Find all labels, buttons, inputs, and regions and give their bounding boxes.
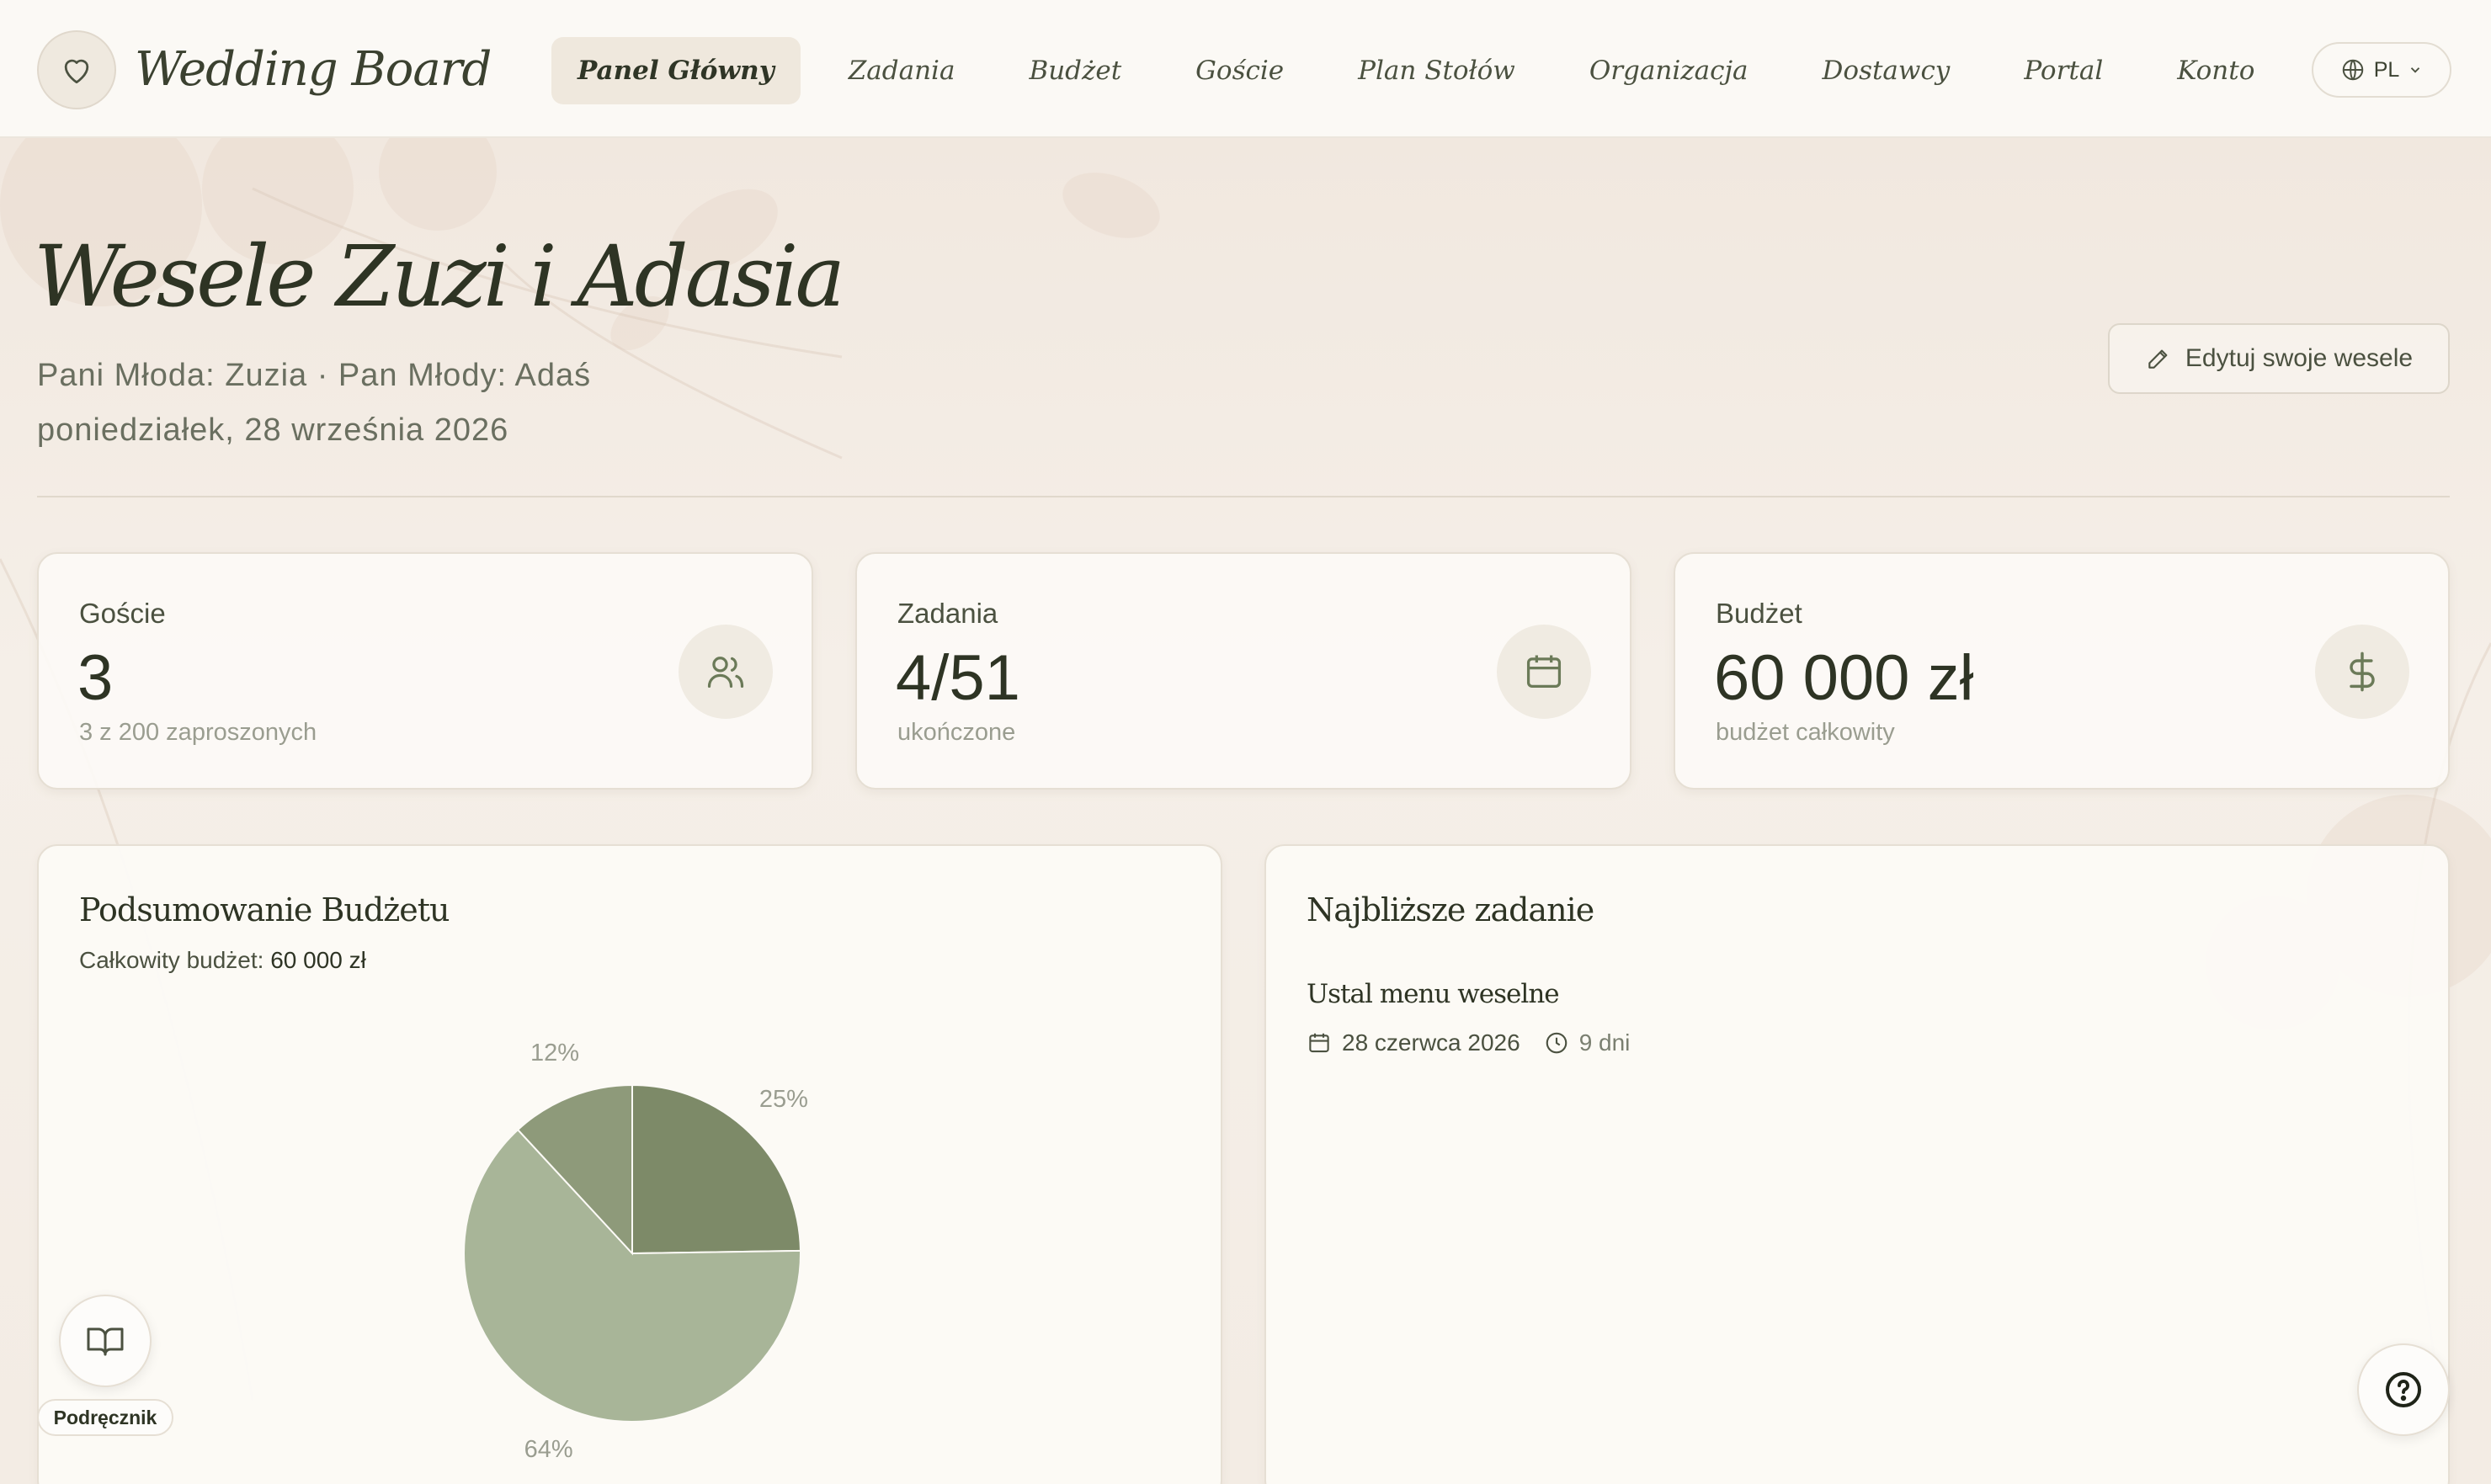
budget-summary-panel: Podsumowanie Budżetu Całkowity budżet: 6… <box>37 844 1222 1484</box>
pie-label: 25% <box>758 1086 808 1114</box>
stat-sub: ukończone <box>897 719 1016 746</box>
globe-icon <box>2342 59 2363 81</box>
next-task-title: Najbliższe zadanie <box>1307 891 1594 928</box>
calendar-icon <box>1309 1033 1329 1053</box>
nav-budzet[interactable]: Budżet <box>1003 37 1147 104</box>
users-icon <box>679 625 773 719</box>
stat-value: 60 000 zł <box>1714 642 1974 714</box>
language-label: PL <box>2373 57 2400 82</box>
logo-button[interactable] <box>37 30 116 109</box>
nav-goscie[interactable]: Goście <box>1169 37 1310 104</box>
task-days-left: 9 dni <box>1578 1029 1631 1056</box>
stat-card-budget[interactable]: Budżet 60 000 zł budżet całkowity <box>1674 552 2450 790</box>
pie-label: 64% <box>524 1436 573 1464</box>
task-name[interactable]: Ustal menu weselne <box>1307 979 1560 1009</box>
stat-sub: 3 z 200 zaproszonych <box>79 719 317 746</box>
stat-value: 4/51 <box>896 642 1020 714</box>
pencil-icon <box>2148 349 2168 369</box>
stat-label: Goście <box>79 598 166 629</box>
stat-label: Budżet <box>1716 598 1802 629</box>
handbook-label[interactable]: Podręcznik <box>37 1399 173 1436</box>
stat-card-guests[interactable]: Goście 3 3 z 200 zaproszonych <box>37 552 813 790</box>
help-button[interactable] <box>2357 1343 2450 1436</box>
chevron-down-icon <box>2411 67 2420 73</box>
couple-names: Pani Młoda: Zuzia · Pan Młody: Adaś <box>37 358 592 393</box>
edit-wedding-label: Edytuj swoje wesele <box>2185 344 2414 372</box>
stat-label: Zadania <box>897 598 998 629</box>
main-nav: Panel Główny Zadania Budżet Goście Plan … <box>551 37 2302 104</box>
calendar-icon <box>1497 625 1591 719</box>
stat-sub: budżet całkowity <box>1716 719 1895 746</box>
heart-icon <box>64 59 89 84</box>
nav-portal[interactable]: Portal <box>1998 37 2129 104</box>
book-open-icon <box>87 1327 124 1356</box>
hero-divider <box>37 496 2450 497</box>
next-task-panel: Najbliższe zadanie Ustal menu weselne 28… <box>1264 844 2450 1484</box>
nav-plan-stolow[interactable]: Plan Stołów <box>1332 37 1541 104</box>
budget-pie-chart <box>463 1083 801 1423</box>
language-selector[interactable]: PL <box>2312 42 2451 98</box>
stat-value: 3 <box>77 642 114 714</box>
dollar-icon <box>2315 625 2409 719</box>
brand-name: Wedding Board <box>135 42 492 97</box>
nav-dostawcy[interactable]: Dostawcy <box>1796 37 1977 104</box>
top-navigation-bar: Wedding Board Panel Główny Zadania Budże… <box>0 0 2491 138</box>
pie-label: 12% <box>530 1039 580 1066</box>
nav-zadania[interactable]: Zadania <box>822 37 982 104</box>
nav-konto[interactable]: Konto <box>2151 37 2281 104</box>
task-due-date: 28 czerwca 2026 <box>1342 1029 1520 1056</box>
handbook-button[interactable] <box>59 1295 152 1387</box>
nav-panel-glowny[interactable]: Panel Główny <box>551 37 801 104</box>
help-circle-icon <box>2386 1372 2421 1407</box>
edit-wedding-button[interactable]: Edytuj swoje wesele <box>2108 323 2450 394</box>
wedding-date: poniedziałek, 28 września 2026 <box>37 412 509 448</box>
stat-card-tasks[interactable]: Zadania 4/51 ukończone <box>855 552 1631 790</box>
nav-organizacja[interactable]: Organizacja <box>1563 37 1775 104</box>
page-title: Wesele Zuzi i Adasia <box>34 227 845 326</box>
task-meta: 28 czerwca 2026 9 dni <box>1307 1029 1630 1056</box>
clock-icon <box>1546 1032 1567 1054</box>
